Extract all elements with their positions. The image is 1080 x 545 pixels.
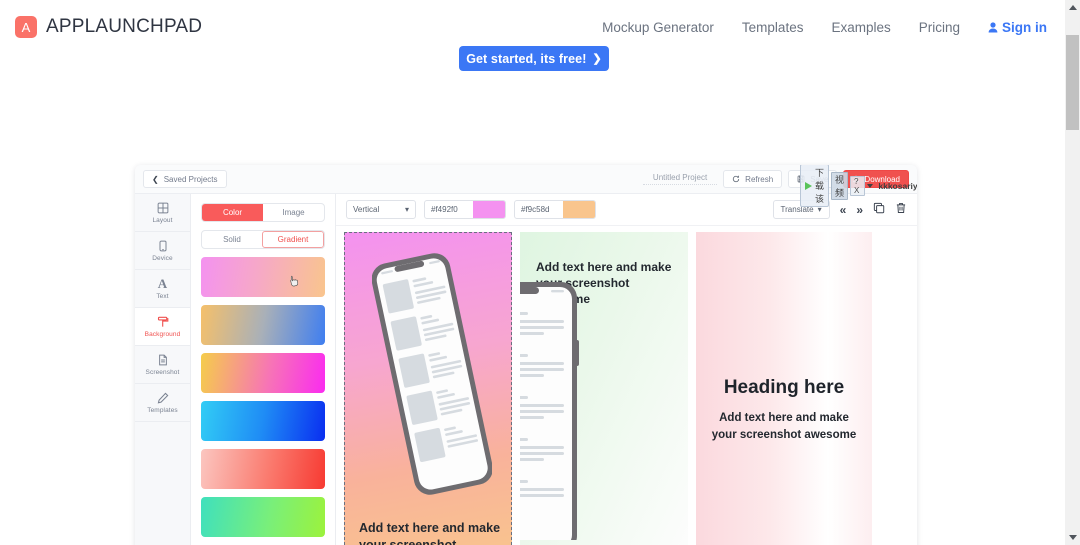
nav-item-examples[interactable]: Examples xyxy=(831,20,890,35)
nav-links: Mockup Generator Templates Examples Pric… xyxy=(602,20,1047,35)
phone-mockup-1 xyxy=(372,253,492,495)
refresh-label: Refresh xyxy=(745,174,774,184)
chevron-right-icon: ❯ xyxy=(592,53,602,65)
copy-icon xyxy=(873,201,885,219)
brand-logo[interactable]: A APPLAUNCHPAD xyxy=(15,16,202,38)
rail-label-text: Text xyxy=(156,293,169,300)
move-right-button[interactable]: » xyxy=(856,204,863,216)
rail-item-screenshot[interactable]: Screenshot xyxy=(135,346,190,384)
fill-tab-solid[interactable]: Solid xyxy=(202,231,262,248)
gradient-swatch-cyan-blue[interactable] xyxy=(201,401,325,441)
trash-icon xyxy=(895,201,907,219)
phone-icon xyxy=(157,240,169,252)
gradient-swatch-pink-orange[interactable] xyxy=(201,257,325,297)
rail-label-background: Background xyxy=(144,330,181,338)
cursor-pointer-icon xyxy=(290,275,299,287)
move-left-button[interactable]: « xyxy=(840,204,847,216)
rail-item-layout[interactable]: Layout xyxy=(135,194,190,232)
rail-label-layout: Layout xyxy=(152,216,173,224)
background-options-panel: Color Image Solid Gradient xyxy=(191,194,336,545)
document-icon xyxy=(157,354,169,366)
brand-name: APPLAUNCHPAD xyxy=(46,16,203,37)
nav-item-mockup-generator[interactable]: Mockup Generator xyxy=(602,20,714,35)
panel-3[interactable]: Heading here Add text here and make your… xyxy=(696,232,872,545)
gradient-start-color-field[interactable]: #f492f0 xyxy=(424,200,506,219)
refresh-icon xyxy=(732,175,740,183)
gradient-end-hex: #f9c58d xyxy=(521,205,550,214)
scroll-down-arrow-icon[interactable] xyxy=(1065,530,1080,545)
gradient-swatch-yellow-magenta[interactable] xyxy=(201,353,325,393)
saved-projects-label: Saved Projects xyxy=(163,174,218,184)
download-label: Download xyxy=(864,174,900,184)
canvas-toolbar-actions: Translate ▾ « » xyxy=(772,200,907,219)
sign-in-button[interactable]: Sign in xyxy=(988,20,1047,35)
gradient-swatch-teal-green[interactable] xyxy=(201,497,325,537)
gradient-start-hex: #f492f0 xyxy=(431,205,458,214)
nav-item-pricing[interactable]: Pricing xyxy=(919,20,960,35)
scrollbar-thumb[interactable] xyxy=(1066,35,1079,130)
fill-toggle: Solid Gradient xyxy=(201,230,325,249)
fill-tab-gradient[interactable]: Gradient xyxy=(262,231,324,248)
chevron-down-icon: ▾ xyxy=(817,205,822,214)
chevron-left-icon: ❮ xyxy=(152,174,159,184)
grid-icon xyxy=(157,202,169,214)
get-started-button[interactable]: Get started, its free! ❯ xyxy=(459,46,609,71)
canvas-toolbar: Vertical ▾ #f492f0 #f9c58d Translate ▾ «… xyxy=(336,194,917,226)
panel-2[interactable]: Add text here and make your screenshot a… xyxy=(520,232,688,545)
translate-label: Translate xyxy=(780,205,814,214)
translate-dropdown[interactable]: Translate ▾ xyxy=(772,200,830,219)
rail-item-background[interactable]: Background xyxy=(135,308,190,346)
saved-projects-button[interactable]: ❮ Saved Projects xyxy=(143,170,227,188)
sign-in-label: Sign in xyxy=(1002,19,1047,35)
panel-1-text[interactable]: Add text here and make your screenshot a… xyxy=(359,520,500,545)
refresh-button[interactable]: Refresh xyxy=(723,170,783,188)
panel-3-heading[interactable]: Heading here xyxy=(696,377,872,399)
brand-mark-icon: A xyxy=(15,16,37,38)
panel-list: Add text here and make your screenshot a… xyxy=(336,226,917,545)
rail-label-templates: Templates xyxy=(147,406,178,414)
editor-topbar-actions: Untitled Project Refresh Save Download xyxy=(642,170,909,188)
editor-body: Layout Device A Text Background Screensh… xyxy=(135,193,917,545)
nav-item-templates[interactable]: Templates xyxy=(742,20,804,35)
editor-card: ❮ Saved Projects Untitled Project Refres… xyxy=(135,165,917,545)
save-button[interactable]: Save xyxy=(788,170,838,188)
panel-3-text[interactable]: Add text here and make your screenshot a… xyxy=(710,410,858,443)
gradient-end-swatch[interactable] xyxy=(563,201,595,218)
rail-label-screenshot: Screenshot xyxy=(145,368,180,376)
save-disk-icon xyxy=(797,175,805,183)
paint-roller-icon xyxy=(157,316,169,328)
gradient-direction-value: Vertical xyxy=(353,205,380,214)
cta-label: Get started, its free! xyxy=(466,51,587,66)
download-icon xyxy=(852,175,860,183)
browser-scrollbar[interactable] xyxy=(1065,0,1080,545)
rail-label-device: Device xyxy=(152,254,173,262)
scroll-up-arrow-icon[interactable] xyxy=(1065,0,1080,15)
chevron-down-icon: ▾ xyxy=(404,205,409,214)
panel-1[interactable]: Add text here and make your screenshot a… xyxy=(344,232,512,545)
rail-item-templates[interactable]: Templates xyxy=(135,384,190,422)
source-tab-color[interactable]: Color xyxy=(202,204,263,221)
duplicate-button[interactable] xyxy=(873,201,885,219)
save-label: Save xyxy=(810,174,829,184)
download-button[interactable]: Download xyxy=(843,170,909,188)
project-name-input[interactable]: Untitled Project xyxy=(642,173,718,185)
tool-rail: Layout Device A Text Background Screensh… xyxy=(135,194,191,545)
gradient-swatch-orange-blue[interactable] xyxy=(201,305,325,345)
gradient-start-swatch[interactable] xyxy=(473,201,505,218)
delete-button[interactable] xyxy=(895,201,907,219)
user-icon xyxy=(988,21,998,33)
rail-item-device[interactable]: Device xyxy=(135,232,190,270)
canvas-area: Vertical ▾ #f492f0 #f9c58d Translate ▾ «… xyxy=(336,194,917,545)
rail-item-text[interactable]: A Text xyxy=(135,270,190,308)
text-a-icon: A xyxy=(157,276,168,291)
pencil-icon xyxy=(157,392,169,404)
source-toggle: Color Image xyxy=(201,203,325,222)
gradient-direction-select[interactable]: Vertical ▾ xyxy=(346,200,416,219)
gradient-swatch-peach-red[interactable] xyxy=(201,449,325,489)
gradient-end-color-field[interactable]: #f9c58d xyxy=(514,200,596,219)
page-root: A APPLAUNCHPAD Mockup Generator Template… xyxy=(0,0,1080,545)
phone-mockup-2 xyxy=(520,282,579,540)
source-tab-image[interactable]: Image xyxy=(263,204,324,221)
editor-topbar: ❮ Saved Projects Untitled Project Refres… xyxy=(135,165,917,207)
